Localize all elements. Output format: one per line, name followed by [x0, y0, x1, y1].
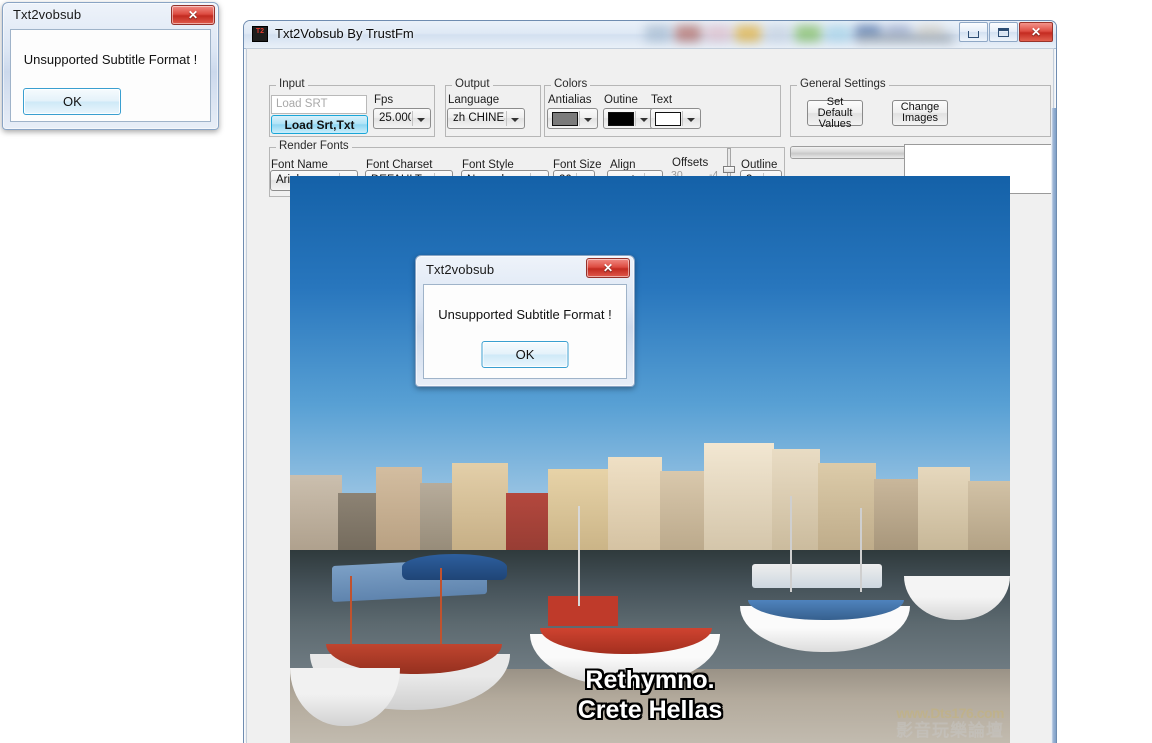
dialog-title: Txt2vobsub: [426, 262, 495, 277]
input-group-caption: Input: [276, 78, 308, 90]
progress-bar: [790, 146, 913, 159]
combo-separator: [579, 111, 580, 126]
chevron-down-icon: [511, 118, 519, 122]
minimize-button[interactable]: [959, 22, 988, 42]
error-dialog-standalone[interactable]: Txt2vobsub ✕ Unsupported Subtitle Format…: [2, 2, 219, 130]
combo-separator: [635, 111, 636, 126]
ok-button[interactable]: OK: [481, 341, 569, 368]
text-color-picker[interactable]: [650, 108, 701, 129]
window-right-border: [1051, 108, 1056, 743]
colors-group-caption: Colors: [551, 78, 591, 90]
close-button[interactable]: ✕: [1019, 22, 1053, 42]
srt-path-input[interactable]: Load SRT: [271, 95, 367, 114]
antialias-label: Antialias: [548, 94, 592, 106]
subtitle-preview-image: Rethymno. Crete Hellas www.Dts176.com 影音…: [290, 176, 1010, 743]
glass-reflection: [639, 21, 959, 48]
progress-fill: [791, 147, 908, 158]
maximize-button[interactable]: [989, 22, 1018, 42]
minimize-icon: [968, 30, 979, 38]
render-fonts-caption: Render Fonts: [276, 140, 352, 152]
outline-color-label: Outine: [604, 94, 638, 106]
chevron-down-icon: [417, 118, 425, 122]
antialias-color-swatch: [552, 112, 578, 126]
watermark-url: www.Dts176.com: [896, 705, 1004, 721]
subtitle-line-1: Rethymno.: [585, 666, 715, 694]
language-combobox[interactable]: zh CHINESE: [447, 108, 525, 129]
town-skyline: [290, 442, 1010, 568]
output-group-caption: Output: [452, 78, 493, 90]
title-bar[interactable]: T2 Txt2Vobsub By TrustFm ✕: [244, 21, 1056, 49]
set-default-line2: Values: [818, 117, 852, 130]
change-images-button[interactable]: Change Images: [892, 100, 948, 126]
chevron-down-icon: [584, 118, 592, 122]
change-images-line2: Images: [901, 112, 939, 124]
set-default-line1: Set Default: [817, 95, 853, 119]
fps-value: 25.000: [379, 112, 411, 124]
combo-separator: [506, 111, 507, 126]
antialias-color-picker[interactable]: [547, 108, 598, 129]
dialog-body: Unsupported Subtitle Format ! OK: [423, 284, 627, 379]
general-settings-caption: General Settings: [797, 78, 889, 90]
watermark-forum-name: 影音玩樂論壇: [896, 721, 1004, 740]
load-srt-txt-button[interactable]: Load Srt,Txt: [271, 115, 368, 134]
combo-separator: [682, 111, 683, 126]
slider-thumb[interactable]: [723, 166, 735, 173]
close-icon[interactable]: ✕: [171, 5, 215, 25]
text-color-label: Text: [651, 94, 673, 106]
text-color-swatch: [655, 112, 681, 126]
language-label: Language: [448, 94, 500, 106]
outline-color-picker[interactable]: [603, 108, 654, 129]
dialog-title: Txt2vobsub: [13, 7, 82, 22]
set-default-values-button[interactable]: Set Default Values: [807, 95, 863, 129]
window-title: Txt2Vobsub By TrustFm: [275, 26, 414, 41]
close-icon[interactable]: ✕: [586, 258, 630, 278]
error-dialog-modal[interactable]: Txt2vobsub ✕ Unsupported Subtitle Format…: [415, 255, 635, 387]
offsets-label: Offsets: [672, 157, 709, 169]
language-value: zh CHINESE: [453, 112, 505, 124]
dialog-message: Unsupported Subtitle Format !: [438, 307, 612, 322]
fps-label: Fps: [374, 94, 394, 106]
outline-color-swatch: [608, 112, 634, 126]
fps-combobox[interactable]: 25.000: [373, 108, 431, 129]
dialog-message: Unsupported Subtitle Format !: [23, 52, 198, 67]
combo-separator: [412, 111, 413, 126]
ok-button[interactable]: OK: [23, 88, 122, 115]
dialog-body: Unsupported Subtitle Format ! OK: [10, 29, 211, 122]
chevron-down-icon: [640, 118, 648, 122]
maximize-icon: [998, 27, 1009, 37]
app-icon: T2: [252, 26, 268, 42]
chevron-down-icon: [687, 118, 695, 122]
forum-watermark: www.Dts176.com 影音玩樂論壇: [896, 705, 1005, 740]
